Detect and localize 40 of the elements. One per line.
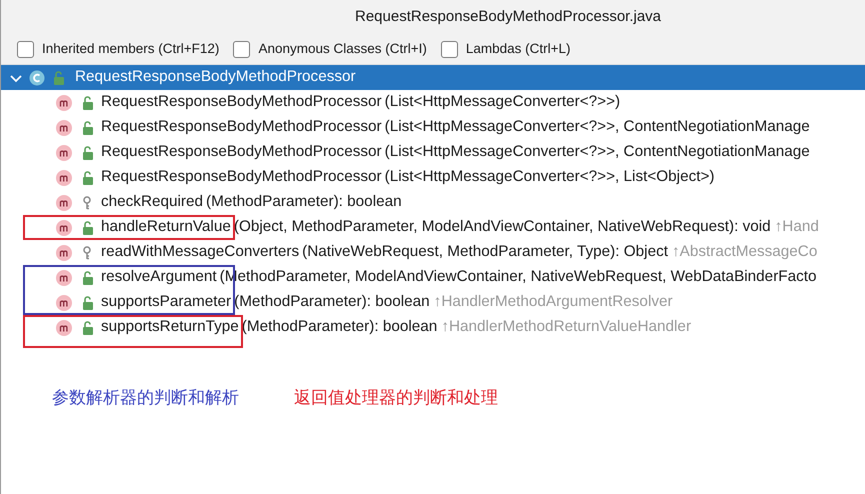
filter-checkbox[interactable]: Lambdas (Ctrl+L) — [440, 38, 571, 60]
lock-icon — [80, 320, 94, 336]
inherited-from-label: ↑HandlerMethodArgumentResolver — [434, 292, 673, 312]
window-title: RequestResponseBodyMethodProcessor.java — [355, 6, 662, 27]
filter-checkbox[interactable]: Anonymous Classes (Ctrl+I) — [233, 38, 427, 60]
member-row[interactable]: RequestResponseBodyMethodProcessor (List<HttpMessageConverter<?>>, ContentNegotiationManage — [1, 115, 865, 140]
method-icon — [56, 120, 72, 136]
member-row[interactable]: supportsReturnType (MethodParameter): boolean ↑HandlerMethodReturnValueHandler — [1, 315, 865, 340]
member-row[interactable]: RequestResponseBodyMethodProcessor (List<HttpMessageConverter<?>>, ContentNegotiationManage — [1, 140, 865, 165]
method-icon — [56, 294, 72, 310]
inherited-from-label: ↑Hand — [774, 217, 819, 238]
member-row[interactable]: RequestResponseBodyMethodProcessor (List<HttpMessageConverter<?>>, List<Object>) — [1, 165, 865, 190]
lock-icon — [80, 94, 94, 110]
method-icon — [56, 220, 72, 236]
method-icon — [56, 144, 72, 160]
tree-root-row[interactable]: RequestResponseBodyMethodProcessor — [1, 65, 865, 90]
method-icon — [56, 194, 72, 210]
method-icon — [56, 244, 72, 260]
method-icon — [56, 320, 72, 336]
lock-icon — [51, 70, 65, 86]
method-icon — [56, 270, 72, 286]
lock-icon — [80, 170, 94, 186]
lock-icon — [80, 220, 94, 236]
member-row[interactable]: checkRequired (MethodParameter): boolean — [1, 190, 865, 215]
method-icon — [56, 94, 72, 110]
lock-icon — [80, 144, 94, 160]
inherited-from-label: ↑HandlerMethodReturnValueHandler — [441, 317, 692, 338]
inherited-from-label: ↑AbstractMessageCo — [672, 242, 818, 262]
annotation-text: 返回值处理器的判断和处理 — [294, 387, 498, 409]
lock-icon — [80, 294, 94, 310]
member-row[interactable]: RequestResponseBodyMethodProcessor (List<HttpMessageConverter<?>>) — [1, 90, 865, 115]
lock-icon — [80, 270, 94, 286]
class-icon — [29, 70, 45, 86]
member-row[interactable]: handleReturnValue (Object, MethodParameter, ModelAndViewContainer, NativeWebRequest): void ↑Hand — [1, 215, 865, 240]
annotation-text: 参数解析器的判断和解析 — [52, 387, 239, 409]
filter-checkbox[interactable]: Inherited members (Ctrl+F12) — [17, 38, 220, 60]
member-row[interactable]: readWithMessageConverters (NativeWebRequest, MethodParameter, Type): Object ↑AbstractMessageCo — [1, 240, 865, 265]
lock-icon — [80, 120, 94, 136]
member-row[interactable]: supportsParameter (MethodParameter): boolean ↑HandlerMethodArgumentResolver — [1, 290, 865, 315]
method-icon — [56, 170, 72, 186]
